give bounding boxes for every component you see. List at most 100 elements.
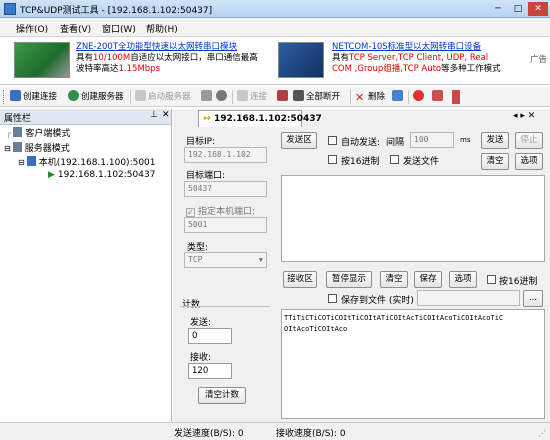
menu-bar: 操作(O) 查看(V) 窗口(W) 帮助(H) bbox=[0, 18, 550, 37]
menu-help[interactable]: 帮助(H) bbox=[146, 22, 178, 35]
stop-send-button[interactable]: 停止 bbox=[515, 132, 543, 149]
tools-icon bbox=[432, 90, 443, 101]
property-panel-title: 属性栏 bbox=[4, 114, 32, 124]
maximize-button[interactable]: □ bbox=[508, 2, 528, 16]
recv-count-field[interactable]: 120 bbox=[188, 363, 232, 379]
auto-send-checkbox[interactable] bbox=[328, 136, 337, 145]
delete-button[interactable]: ✕ 删除 bbox=[355, 90, 385, 104]
delete-x-icon: ✕ bbox=[355, 91, 365, 104]
power-icon bbox=[413, 90, 424, 101]
toolbar-grip[interactable] bbox=[3, 90, 6, 104]
tree-item-local-server[interactable]: ⊟ 本机(192.168.1.100):5001 bbox=[18, 155, 156, 168]
minimize-button[interactable]: ─ bbox=[488, 2, 508, 16]
auto-send-label: 自动发送: bbox=[341, 138, 381, 148]
stop-icon bbox=[216, 90, 227, 101]
send-hex-checkbox[interactable] bbox=[328, 155, 337, 164]
server-settings-button[interactable] bbox=[201, 90, 214, 104]
toolbar: 创建连接 创建服务器 启动服务器 连接 全部断开 ✕ 删除 bbox=[0, 87, 550, 107]
recv-clear-button[interactable]: 清空 bbox=[380, 271, 408, 288]
clear-count-button[interactable]: 清空计数 bbox=[198, 387, 246, 404]
ad-link-netcom10s[interactable]: NETCOM-10S标准型以太网转串口设备 bbox=[332, 42, 501, 53]
connect-icon bbox=[237, 90, 248, 101]
tree-item-server-mode[interactable]: ⊟ 服务器模式 bbox=[4, 141, 70, 154]
collapse-icon[interactable]: ⊟ bbox=[4, 144, 11, 153]
send-file-label: 发送文件 bbox=[403, 157, 440, 167]
send-count-label: 发送: bbox=[190, 318, 212, 328]
local-port-checkbox[interactable]: ✓ 指定本机端口: bbox=[186, 204, 255, 217]
disconnect-all-button[interactable]: 全部断开 bbox=[293, 90, 340, 104]
property-panel-header: 属性栏 ⊥ ✕ bbox=[0, 109, 171, 125]
status-bar: 发送速度(B/S): 0 接收速度(B/S): 0 ⋰ bbox=[0, 422, 550, 440]
recv-content-line: TTiTiCTiCOTiCOItTiCOItATiCOItAcTiCOItAco… bbox=[284, 314, 504, 322]
property-panel: 属性栏 ⊥ ✕ ┌ 客户端模式 ⊟ 服务器模式 ⊟ 本机(192.168.1.100)… bbox=[0, 109, 172, 422]
send-options-button[interactable]: 选项 bbox=[515, 153, 543, 170]
ad-text-line3: COM ,Group组播,TCP Auto等多种工作模式 bbox=[332, 64, 501, 74]
save-file-path-field[interactable] bbox=[417, 290, 520, 306]
browse-button[interactable]: ... bbox=[523, 290, 543, 307]
send-clear-button[interactable]: 清空 bbox=[481, 153, 509, 170]
tab-connection[interactable]: ↔ 192.168.1.102:50437 bbox=[198, 110, 322, 127]
send-button[interactable]: 发送 bbox=[481, 132, 509, 149]
create-connection-button[interactable]: 创建连接 bbox=[10, 90, 57, 104]
network-icon bbox=[392, 90, 403, 101]
send-hex-label: 按16进制 bbox=[341, 157, 380, 167]
collapse-icon[interactable]: ⊟ bbox=[18, 158, 25, 167]
connection-tab-icon: ↔ bbox=[203, 114, 211, 124]
ad-link-zne200t[interactable]: ZNE-200T全功能型快速以太网转串口模块 bbox=[76, 42, 258, 53]
resize-grip[interactable]: ⋰ bbox=[538, 429, 546, 438]
menu-view[interactable]: 查看(V) bbox=[60, 22, 91, 35]
computer-icon bbox=[26, 156, 36, 166]
send-count-field[interactable]: 0 bbox=[188, 328, 232, 344]
counter-title: 计数 bbox=[182, 300, 201, 310]
interval-unit: ms bbox=[460, 136, 471, 144]
recv-options-button[interactable]: 选项 bbox=[449, 271, 477, 288]
disconnect-all-icon bbox=[293, 90, 304, 101]
recv-content-line: OItAcoTiCOItAco bbox=[284, 325, 348, 333]
send-area-button[interactable]: 发送区 bbox=[281, 132, 317, 149]
network-button[interactable] bbox=[392, 90, 405, 104]
save-to-file-label: 保存到文件 (实时) bbox=[341, 296, 414, 306]
disconnect-button[interactable] bbox=[277, 90, 290, 104]
server-folder-icon bbox=[12, 142, 22, 152]
pin-icon[interactable]: ⊥ bbox=[150, 110, 158, 120]
recv-hex-checkbox[interactable] bbox=[487, 275, 496, 284]
stop-button[interactable] bbox=[216, 90, 229, 104]
connection-icon bbox=[10, 90, 21, 101]
power-button[interactable] bbox=[413, 90, 426, 104]
ad-text-line3: 波特率高达1.15Mbps bbox=[76, 64, 160, 74]
panel-close-icon[interactable]: ✕ bbox=[162, 110, 170, 120]
client-folder-icon bbox=[13, 127, 23, 137]
ad-text-line2: 具有TCP Server,TCP Client, UDP, Real bbox=[332, 53, 489, 63]
close-button[interactable]: ✕ bbox=[528, 2, 548, 16]
type-select[interactable]: TCP ▼ bbox=[184, 252, 267, 268]
ad-banner: ZNE-200T全功能型快速以太网转串口模块 具有10/100M自适应以太网接口… bbox=[0, 37, 550, 85]
tools-button[interactable] bbox=[432, 90, 445, 104]
ad-label: 广告 bbox=[530, 55, 548, 65]
recv-text-area[interactable]: TTiTiCTiCOTiCOItTiCOItATiCOItAcTiCOItAco… bbox=[281, 309, 545, 419]
send-text-area[interactable] bbox=[281, 175, 545, 262]
send-file-checkbox[interactable] bbox=[390, 155, 399, 164]
target-port-field[interactable]: 50437 bbox=[184, 181, 267, 197]
server-icon bbox=[68, 90, 79, 101]
recv-area-button[interactable]: 接收区 bbox=[283, 271, 317, 288]
target-ip-field[interactable]: 192.168.1.102 bbox=[184, 147, 267, 163]
local-port-field[interactable]: 5001 bbox=[184, 217, 267, 233]
product-image-netcom10s[interactable] bbox=[278, 42, 324, 78]
connect-button[interactable]: 连接 bbox=[237, 90, 267, 104]
save-button[interactable]: 保存 bbox=[414, 271, 442, 288]
interval-field[interactable]: 100 bbox=[410, 132, 454, 148]
tab-nav-icons[interactable]: ◂ ▸ ✕ bbox=[513, 111, 535, 121]
product-image-zne200t[interactable] bbox=[14, 42, 70, 78]
recv-speed: 接收速度(B/S): 0 bbox=[276, 429, 346, 439]
pause-display-button[interactable]: 暂停显示 bbox=[326, 271, 372, 288]
save-to-file-checkbox[interactable] bbox=[328, 294, 337, 303]
create-server-button[interactable]: 创建服务器 bbox=[68, 90, 124, 104]
menu-window[interactable]: 窗口(W) bbox=[102, 22, 136, 35]
menu-operate[interactable]: 操作(O) bbox=[16, 22, 48, 35]
start-server-button[interactable]: 启动服务器 bbox=[135, 90, 191, 104]
toolbar-overflow-chevron[interactable] bbox=[452, 90, 460, 104]
tree-item-connection[interactable]: ▶ 192.168.1.102:50437 bbox=[48, 170, 155, 180]
target-ip-label: 目标IP: bbox=[186, 137, 216, 147]
tree-item-client-mode[interactable]: ┌ 客户端模式 bbox=[6, 126, 70, 139]
target-port-label: 目标端口: bbox=[186, 171, 226, 181]
